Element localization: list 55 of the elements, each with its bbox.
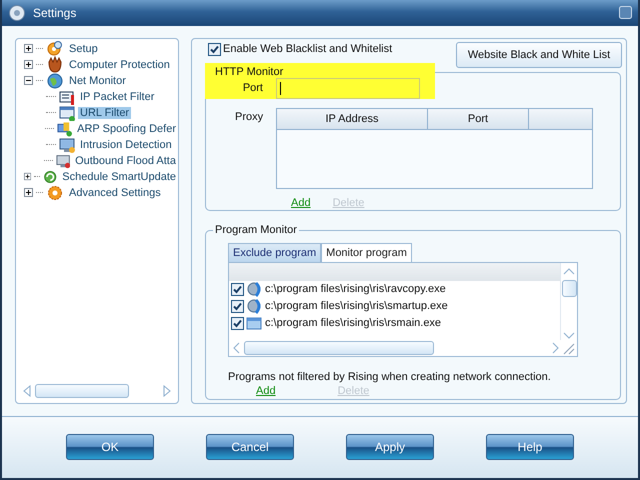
dialog-button[interactable]: OK	[66, 434, 154, 460]
globe-icon	[46, 72, 64, 90]
proxy-label: Proxy	[234, 110, 264, 125]
expand-icon[interactable]	[24, 60, 33, 70]
checkbox-label: Enable Web Blacklist and Whitelist	[223, 43, 392, 56]
group-title: HTTP Monitor	[214, 66, 284, 78]
tree-item[interactable]: IP Packet Filter	[78, 90, 156, 103]
gear-icon	[46, 184, 64, 202]
tree-item[interactable]: Intrusion Detection	[78, 138, 174, 151]
group-title: Program Monitor	[213, 224, 299, 236]
program-path[interactable]: c:\program files\rising\ris\smartup.exe	[265, 300, 448, 312]
tree-item[interactable]: ARP Spoofing Defer	[75, 122, 178, 135]
checkbox[interactable]	[208, 42, 221, 56]
scrollbar-thumb[interactable]	[35, 384, 129, 398]
tree-item[interactable]: Net Monitor	[67, 74, 128, 87]
tree-item[interactable]: URL Filter	[78, 106, 132, 119]
checkbox[interactable]	[231, 316, 244, 330]
website-list-button[interactable]: Website Black and White List	[456, 42, 622, 68]
scrollbar-thumb[interactable]	[562, 280, 576, 297]
window-title: Settings	[33, 6, 78, 20]
column-header[interactable]: Port	[428, 108, 529, 129]
note-text: Programs not filtered by Rising when creating network connection.	[228, 370, 552, 383]
filter-icon	[59, 88, 75, 105]
monitor-icon	[56, 152, 70, 169]
expand-icon[interactable]	[24, 172, 32, 182]
tree-item[interactable]: Setup	[67, 42, 100, 55]
tree-item[interactable]: Computer Protection	[67, 58, 172, 71]
tree-item[interactable]: Schedule SmartUpdate	[60, 170, 178, 183]
refresh-globe-icon	[246, 281, 263, 298]
tree-item[interactable]: Outbound Flood Atta	[73, 154, 178, 167]
tab[interactable]: Exclude program	[228, 242, 322, 262]
expand-icon[interactable]	[24, 44, 33, 54]
window-icon	[59, 104, 75, 121]
monitor-icon	[59, 136, 75, 153]
window-icon	[246, 315, 263, 332]
add-link[interactable]: Add	[256, 384, 276, 397]
tree-item[interactable]: Advanced Settings	[67, 186, 163, 199]
column-header[interactable]: IP Address	[277, 108, 428, 129]
checkbox[interactable]	[231, 282, 244, 296]
tab[interactable]: Monitor program	[321, 242, 412, 262]
port-field[interactable]	[276, 78, 420, 99]
expand-icon[interactable]	[24, 188, 33, 198]
program-path[interactable]: c:\program files\rising\ris\ravcopy.exe	[265, 283, 446, 296]
collapse-icon[interactable]	[24, 76, 33, 86]
checkbox[interactable]	[231, 300, 244, 313]
program-path[interactable]: c:\program files\rising\ris\rsmain.exe	[265, 317, 442, 330]
dialog-button[interactable]: Help	[486, 434, 574, 460]
app-logo-icon	[8, 4, 26, 22]
window-control-icon[interactable]	[619, 6, 632, 20]
refresh-globe-icon	[246, 298, 263, 314]
port-label: Port	[242, 82, 263, 94]
dialog-button[interactable]: Cancel	[206, 434, 294, 460]
add-link[interactable]: Add	[291, 196, 311, 209]
scrollbar-thumb[interactable]	[244, 340, 434, 355]
dialog-button[interactable]: Apply	[346, 434, 434, 460]
